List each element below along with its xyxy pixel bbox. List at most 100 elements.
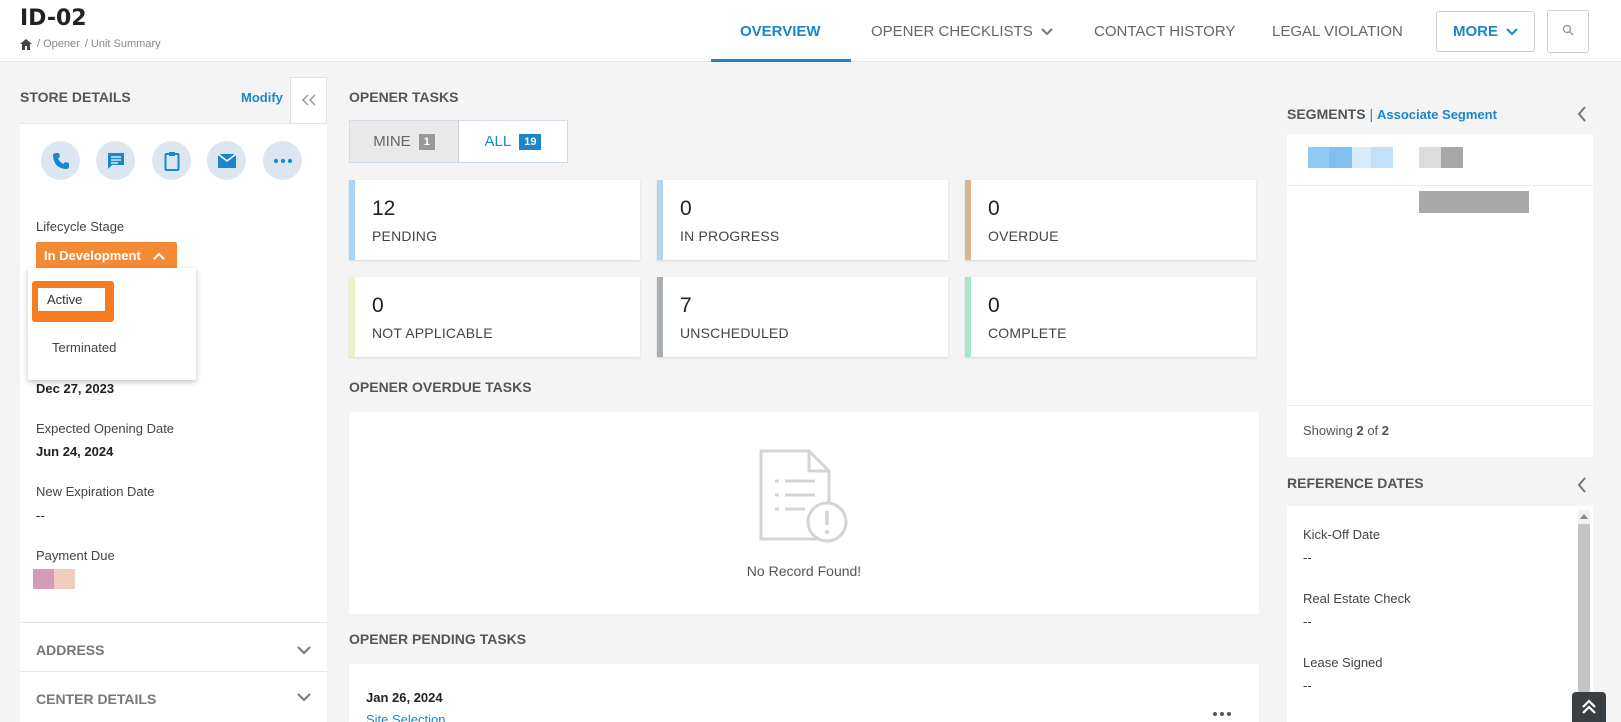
stat-card-pending[interactable]: 12 PENDING (349, 180, 640, 260)
stat-color-bar (965, 180, 971, 260)
redacted-block (54, 569, 75, 589)
associate-segment-link[interactable]: Associate Segment (1377, 107, 1497, 122)
overdue-tasks-heading: OPENER OVERDUE TASKS (349, 379, 532, 395)
divider (1287, 405, 1593, 406)
breadcrumb: / Opener / Unit Summary (20, 38, 161, 50)
phone-button[interactable] (41, 141, 80, 180)
kick-off-date-value: -- (1303, 550, 1312, 565)
lifecycle-stage-value: In Development (44, 248, 141, 263)
phone-icon (52, 152, 69, 169)
scroll-to-top-button[interactable] (1572, 692, 1606, 722)
redacted-block (1352, 147, 1371, 168)
clipboard-button[interactable] (152, 141, 191, 180)
stat-color-bar (349, 180, 355, 260)
redacted-block (33, 569, 54, 589)
more-label: MORE (1453, 23, 1498, 40)
real-estate-check-label: Real Estate Check (1303, 591, 1411, 606)
message-button[interactable] (96, 141, 135, 180)
double-chevron-up-icon (1582, 699, 1596, 714)
chevron-left-icon[interactable] (1577, 477, 1587, 498)
chevron-left-icon[interactable] (1577, 106, 1587, 127)
date-value: Dec 27, 2023 (36, 381, 115, 396)
stat-label: OVERDUE (988, 228, 1059, 244)
expected-opening-label: Expected Opening Date (36, 421, 175, 436)
redacted-block (1329, 147, 1352, 168)
lease-signed-value: -- (1303, 678, 1312, 693)
chat-icon (107, 152, 124, 169)
collapse-panel-button[interactable] (290, 77, 327, 123)
payment-due-label: Payment Due (36, 548, 115, 563)
segments-title: SEGMENTS (1287, 106, 1366, 122)
option-active[interactable]: Active (38, 288, 105, 311)
mine-filter-button[interactable]: MINE 1 (350, 121, 459, 162)
task-menu-button[interactable] (1213, 700, 1231, 721)
tab-opener-checklists[interactable]: OPENER CHECKLISTS (871, 0, 1053, 62)
center-details-section-label: CENTER DETAILS (36, 691, 157, 707)
all-count-badge: 19 (519, 133, 542, 150)
pending-task-link[interactable]: Site Selection (366, 712, 446, 722)
segments-separator: | (1369, 106, 1374, 122)
redacted-block (1419, 191, 1529, 213)
segments-showing-count: Showing 2 of 2 (1303, 423, 1389, 438)
stat-color-bar (349, 277, 355, 357)
showing-total: 2 (1381, 423, 1390, 438)
stat-card-not-applicable[interactable]: 0 NOT APPLICABLE (349, 277, 640, 357)
breadcrumb-unit-summary[interactable]: / Unit Summary (85, 38, 161, 50)
chevron-up-icon (153, 248, 165, 263)
pending-task-item: Jan 26, 2024 Site Selection (349, 664, 1259, 722)
chevron-down-icon (297, 642, 311, 660)
search-button[interactable] (1547, 10, 1589, 53)
showing-prefix: Showing (1303, 423, 1357, 438)
tasks-filter-toggle: MINE 1 ALL 19 (349, 120, 568, 163)
top-header: ID-02 / Opener / Unit Summary OVERVIEW O… (0, 0, 1621, 62)
reference-dates-heading: REFERENCE DATES (1287, 475, 1424, 491)
center-details-section[interactable]: CENTER DETAILS (20, 671, 327, 722)
option-terminated[interactable]: Terminated (52, 340, 116, 355)
stat-card-unscheduled[interactable]: 7 UNSCHEDULED (657, 277, 948, 357)
showing-count: 2 (1356, 423, 1364, 438)
tab-contact-history[interactable]: CONTACT HISTORY (1094, 0, 1235, 62)
dropdown-highlight: Active (32, 281, 114, 322)
all-filter-button[interactable]: ALL 19 (459, 121, 567, 162)
breadcrumb-opener[interactable]: / Opener (37, 38, 80, 50)
stat-value: 0 (372, 294, 384, 317)
address-section[interactable]: ADDRESS (20, 622, 327, 671)
stat-color-bar (657, 277, 663, 357)
scroll-up-arrow-icon (1580, 514, 1588, 519)
address-section-label: ADDRESS (36, 642, 105, 658)
more-actions-button[interactable] (263, 141, 302, 180)
all-filter-label: ALL (484, 133, 512, 150)
stat-value: 7 (680, 294, 692, 317)
chevron-down-icon (297, 689, 311, 707)
email-button[interactable] (207, 141, 246, 180)
reference-dates-panel: Kick-Off Date -- Real Estate Check -- Le… (1287, 506, 1593, 722)
stat-value: 0 (988, 294, 1000, 317)
redacted-block (1371, 147, 1393, 168)
active-tab-indicator (711, 59, 851, 62)
modify-link[interactable]: Modify (241, 90, 283, 105)
mine-count-badge: 1 (418, 133, 435, 150)
stat-value: 12 (372, 197, 396, 220)
lifecycle-stage-select[interactable]: In Development (36, 242, 177, 269)
chevron-down-icon (1041, 23, 1053, 40)
stat-card-overdue[interactable]: 0 OVERDUE (965, 180, 1256, 260)
ellipsis-icon (273, 158, 292, 163)
tab-overview[interactable]: OVERVIEW (740, 0, 821, 62)
home-icon[interactable] (20, 38, 32, 50)
new-expiration-label: New Expiration Date (36, 484, 155, 499)
tab-legal-violation-label: LEGAL VIOLATION (1272, 22, 1403, 40)
more-button[interactable]: MORE (1436, 11, 1535, 52)
stat-label: COMPLETE (988, 325, 1067, 341)
tab-legal-violation[interactable]: LEGAL VIOLATION (1272, 0, 1403, 62)
stat-card-complete[interactable]: 0 COMPLETE (965, 277, 1256, 357)
lifecycle-stage-label: Lifecycle Stage (36, 219, 125, 234)
lease-signed-label: Lease Signed (1303, 655, 1383, 670)
redacted-block (1441, 147, 1463, 168)
clipboard-icon (164, 151, 179, 171)
pending-task-date: Jan 26, 2024 (366, 690, 443, 705)
stat-card-in-progress[interactable]: 0 IN PROGRESS (657, 180, 948, 260)
new-expiration-value: -- (36, 508, 45, 523)
pending-tasks-heading: OPENER PENDING TASKS (349, 631, 527, 647)
double-chevron-left-icon (301, 90, 317, 111)
lifecycle-stage-dropdown: Active Terminated (28, 268, 196, 380)
